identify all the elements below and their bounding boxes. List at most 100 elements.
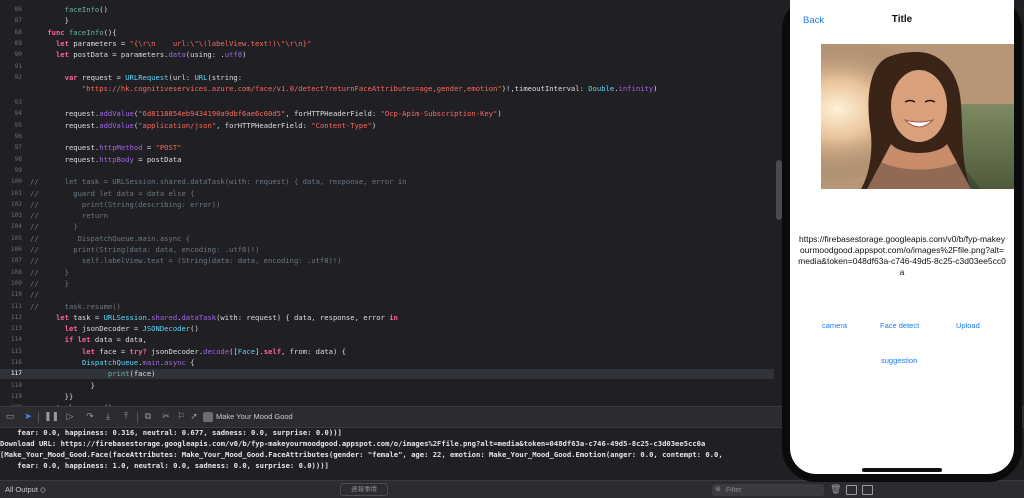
line-number[interactable]: 118: [0, 381, 22, 391]
code-line[interactable]: 114 if let data = data,: [0, 335, 790, 345]
line-number[interactable]: 110: [0, 290, 22, 300]
code-text[interactable]: let jsonDecoder = JSONDecoder(): [30, 324, 199, 334]
code-text[interactable]: }}: [30, 392, 74, 402]
simulator-screen[interactable]: Back Title https://firebasestorage.googl…: [790, 0, 1014, 474]
code-text[interactable]: faceInfo(): [30, 5, 108, 15]
output-filter-select[interactable]: All Output ◇: [5, 484, 46, 496]
line-number[interactable]: 93: [0, 98, 22, 108]
simulate-location-icon[interactable]: ➚: [188, 411, 200, 423]
suggestion-button[interactable]: suggestion: [881, 356, 917, 365]
code-text[interactable]: // let task = URLSession.shared.dataTask…: [30, 177, 406, 187]
code-text[interactable]: if let data = data,: [30, 335, 147, 345]
line-number[interactable]: 99: [0, 166, 22, 176]
camera-button[interactable]: camera: [822, 321, 847, 330]
line-number[interactable]: 116: [0, 358, 22, 368]
line-number[interactable]: 108: [0, 268, 22, 278]
code-line[interactable]: 107 // self.labelView.text = (String(data…: [0, 256, 790, 266]
code-line[interactable]: 110 //: [0, 290, 790, 300]
code-text[interactable]: request.httpMethod = "POST": [30, 143, 182, 153]
line-number[interactable]: 90: [0, 50, 22, 60]
line-number[interactable]: 114: [0, 335, 22, 345]
split-left-icon[interactable]: [846, 485, 857, 495]
code-line[interactable]: 90 let postData = parameters.data(using:…: [0, 50, 790, 60]
code-text[interactable]: let postData = parameters.data(using: .u…: [30, 50, 246, 60]
code-line[interactable]: 113 let jsonDecoder = JSONDecoder(): [0, 324, 790, 334]
upload-button[interactable]: Upload: [956, 321, 980, 330]
code-text[interactable]: // }: [30, 222, 78, 232]
code-line[interactable]: 97 request.httpMethod = "POST": [0, 143, 790, 153]
code-line[interactable]: 98 request.httpBody = postData: [0, 155, 790, 165]
code-line[interactable]: 86 faceInfo(): [0, 5, 790, 15]
code-line[interactable]: 119 }}: [0, 392, 790, 402]
code-line[interactable]: 109 // }: [0, 279, 790, 289]
line-number[interactable]: 89: [0, 39, 22, 49]
code-text[interactable]: var request = URLRequest(url: URL(string…: [30, 73, 242, 83]
code-line[interactable]: 118 }: [0, 381, 790, 391]
code-line[interactable]: 103 // return: [0, 211, 790, 221]
code-text[interactable]: }: [30, 16, 69, 26]
code-text[interactable]: request.httpBody = postData: [30, 155, 182, 165]
line-number[interactable]: 101: [0, 189, 22, 199]
code-text[interactable]: request.addValue("6d8118854eb9434190a9db…: [30, 109, 502, 119]
code-text[interactable]: // DispatchQueue.main.async {: [30, 234, 190, 244]
line-number[interactable]: 106: [0, 245, 22, 255]
code-line[interactable]: 93: [0, 98, 790, 108]
code-text[interactable]: let parameters = "{\r\n url:\"\(labelVie…: [30, 39, 311, 49]
line-number[interactable]: 91: [0, 62, 22, 72]
code-line[interactable]: 102 // print(String(describing: error)): [0, 200, 790, 210]
environment-overrides-icon[interactable]: ⚐: [175, 411, 187, 423]
code-text[interactable]: // return: [30, 211, 108, 221]
code-text[interactable]: // print(String(describing: error)): [30, 200, 220, 210]
code-text[interactable]: "https://hk.cognitiveservices.azure.com/…: [30, 84, 658, 94]
code-line[interactable]: 104 // }: [0, 222, 790, 232]
view-hierarchy-icon[interactable]: ⧉: [142, 411, 154, 423]
line-number[interactable]: 88: [0, 28, 22, 38]
line-number[interactable]: 112: [0, 313, 22, 323]
code-line[interactable]: 89 let parameters = "{\r\n url:\"\(label…: [0, 39, 790, 49]
code-line[interactable]: 115 let face = try? jsonDecoder.decode([…: [0, 347, 790, 357]
home-indicator[interactable]: [862, 468, 942, 472]
code-line[interactable]: 105 // DispatchQueue.main.async {: [0, 234, 790, 244]
line-number[interactable]: 104: [0, 222, 22, 232]
code-text[interactable]: let task = URLSession.shared.dataTask(wi…: [30, 313, 398, 323]
code-text[interactable]: func faceInfo(){: [30, 28, 116, 38]
line-number[interactable]: 105: [0, 234, 22, 244]
line-number[interactable]: 92: [0, 73, 22, 83]
line-number[interactable]: 115: [0, 347, 22, 357]
code-text[interactable]: // }: [30, 268, 69, 278]
line-number[interactable]: 100: [0, 177, 22, 187]
line-number[interactable]: 86: [0, 5, 22, 15]
line-number[interactable]: 87: [0, 16, 22, 26]
continue-icon[interactable]: ▷: [64, 411, 76, 423]
code-line[interactable]: 96: [0, 132, 790, 142]
code-line[interactable]: 99: [0, 166, 790, 176]
face-detect-button[interactable]: Face detect: [880, 321, 919, 330]
code-line[interactable]: 91: [0, 62, 790, 72]
code-text[interactable]: //: [30, 290, 39, 300]
code-line[interactable]: 106 // print(String(data: data, encoding:…: [0, 245, 790, 255]
hide-debug-area-icon[interactable]: ▭: [4, 411, 16, 423]
code-line[interactable]: 108 // }: [0, 268, 790, 278]
code-line[interactable]: 100 // let task = URLSession.shared.dataT…: [0, 177, 790, 187]
code-text[interactable]: }: [30, 381, 95, 391]
code-line[interactable]: "https://hk.cognitiveservices.azure.com/…: [0, 84, 790, 94]
clear-console-icon[interactable]: 🗑: [830, 484, 841, 495]
code-text[interactable]: request.addValue("application/json", for…: [30, 121, 377, 131]
code-line[interactable]: 94 request.addValue("6d8118854eb9434190a…: [0, 109, 790, 119]
line-number[interactable]: 97: [0, 143, 22, 153]
code-text[interactable]: DispatchQueue.main.async {: [30, 358, 195, 368]
code-text[interactable]: // self.labelView.text = (String(data: d…: [30, 256, 342, 266]
code-text[interactable]: // task.resume(): [30, 302, 121, 312]
line-number[interactable]: 119: [0, 392, 22, 402]
pause-icon[interactable]: ❚❚: [44, 411, 59, 423]
line-number[interactable]: 117: [0, 369, 22, 379]
step-into-icon[interactable]: ⤓: [102, 411, 114, 423]
line-number[interactable]: 113: [0, 324, 22, 334]
line-number[interactable]: 96: [0, 132, 22, 142]
code-line[interactable]: 117 print(face): [0, 369, 790, 380]
step-over-icon[interactable]: ↷: [84, 411, 96, 423]
console-filter-field[interactable]: ⊜: [712, 484, 824, 496]
line-number[interactable]: 109: [0, 279, 22, 289]
line-number[interactable]: 94: [0, 109, 22, 119]
code-text[interactable]: print(face): [30, 369, 156, 379]
